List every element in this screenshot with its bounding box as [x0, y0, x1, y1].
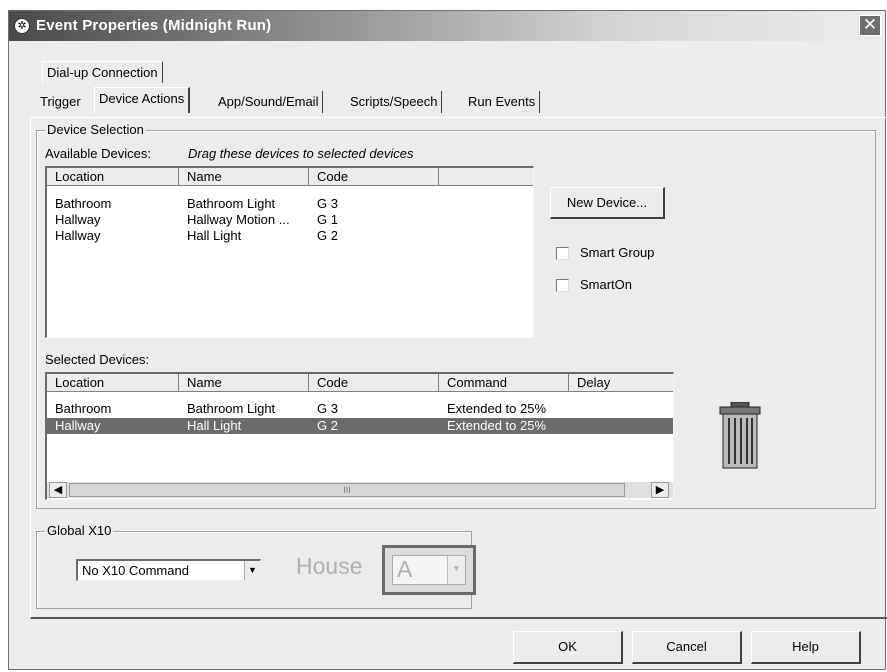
smarton-checkbox[interactable]: [556, 279, 569, 292]
global-x10-label: Global X10: [45, 523, 114, 538]
selected-devices-label: Selected Devices:: [45, 352, 150, 367]
table-cell[interactable]: Hallway Motion ...: [187, 212, 290, 228]
column-header-name[interactable]: Name: [179, 168, 309, 186]
column-header-code[interactable]: Code: [309, 168, 439, 186]
house-frame: A ▼: [382, 545, 476, 595]
ok-button[interactable]: OK: [513, 631, 623, 664]
house-label: House: [296, 553, 363, 579]
scroll-thumb[interactable]: III: [69, 483, 625, 497]
scroll-left-icon[interactable]: ◀: [49, 482, 67, 498]
column-header-name[interactable]: Name: [179, 374, 309, 392]
table-cell[interactable]: G 3: [317, 401, 338, 417]
device-selection-label: Device Selection: [45, 122, 146, 137]
table-cell[interactable]: Hall Light: [187, 228, 241, 244]
trash-icon[interactable]: [717, 402, 763, 470]
smarton-label: SmartOn: [580, 277, 633, 292]
table-cell[interactable]: G 2: [317, 418, 338, 434]
column-header-command[interactable]: Command: [439, 374, 569, 392]
column-header-location[interactable]: Location: [47, 168, 179, 186]
column-header-location[interactable]: Location: [47, 374, 179, 392]
tab-trigger[interactable]: Trigger: [36, 91, 85, 113]
window-title: Event Properties (Midnight Run): [36, 17, 272, 34]
column-header-code[interactable]: Code: [309, 374, 439, 392]
smart-group-label: Smart Group: [580, 245, 655, 260]
title-bar[interactable]: ✲ Event Properties (Midnight Run) ✕: [9, 11, 885, 41]
smart-group-checkbox[interactable]: [556, 247, 569, 260]
table-cell[interactable]: Bathroom: [55, 401, 111, 417]
column-header-delay[interactable]: Delay: [569, 374, 673, 392]
chevron-down-icon[interactable]: ▼: [447, 556, 465, 584]
cancel-button[interactable]: Cancel: [632, 631, 742, 664]
close-icon[interactable]: ✕: [859, 15, 881, 36]
table-cell[interactable]: Hallway: [55, 228, 101, 244]
house-select[interactable]: A ▼: [392, 555, 466, 585]
scroll-right-icon[interactable]: ▶: [651, 482, 669, 498]
table-row-selected[interactable]: [47, 418, 673, 434]
x10-command-select[interactable]: No X10 Command ▼: [76, 559, 261, 581]
table-cell[interactable]: Extended to 25%: [447, 401, 546, 417]
tab-scripts-speech[interactable]: Scripts/Speech: [346, 91, 443, 113]
chevron-down-icon[interactable]: ▼: [244, 561, 260, 580]
table-cell[interactable]: Bathroom Light: [187, 196, 275, 212]
table-cell[interactable]: Bathroom Light: [187, 401, 275, 417]
horizontal-scrollbar[interactable]: ◀ III ▶: [47, 482, 673, 498]
table-cell[interactable]: Hall Light: [187, 418, 241, 434]
available-devices-list[interactable]: Location Name Code Bathroom Bathroom Lig…: [45, 166, 534, 338]
help-button[interactable]: Help: [751, 631, 861, 664]
house-value: A: [397, 556, 413, 582]
tab-app-sound-email[interactable]: App/Sound/Email: [214, 91, 324, 113]
tab-dial-up-connection[interactable]: Dial-up Connection: [42, 61, 163, 83]
new-device-button[interactable]: New Device...: [550, 187, 665, 219]
table-cell[interactable]: Extended to 25%: [447, 418, 546, 434]
column-header-blank: [439, 168, 533, 186]
table-cell[interactable]: G 2: [317, 228, 338, 244]
table-cell[interactable]: Hallway: [55, 418, 101, 434]
tab-run-events[interactable]: Run Events: [464, 91, 541, 113]
app-icon: ✲: [14, 18, 30, 34]
table-cell[interactable]: G 3: [317, 196, 338, 212]
table-cell[interactable]: Hallway: [55, 212, 101, 228]
x10-command-value: No X10 Command: [82, 563, 189, 578]
selected-devices-list[interactable]: Location Name Code Command Delay Bathroo…: [45, 372, 674, 500]
available-devices-label: Available Devices:: [45, 146, 151, 161]
table-cell[interactable]: G 1: [317, 212, 338, 228]
drag-hint: Drag these devices to selected devices: [188, 146, 414, 161]
tab-device-actions[interactable]: Device Actions: [94, 87, 191, 113]
table-cell[interactable]: Bathroom: [55, 196, 111, 212]
